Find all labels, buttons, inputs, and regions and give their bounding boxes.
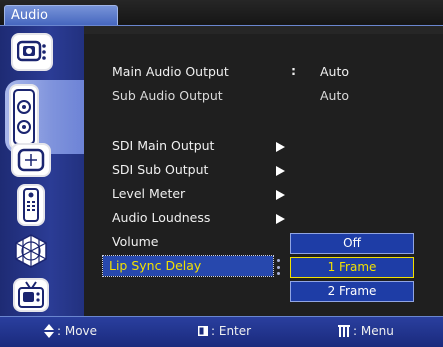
menu-item-value: Auto — [320, 64, 350, 79]
hint-move-label: : Move — [57, 324, 98, 338]
sidebar-item-display[interactable] — [11, 143, 51, 177]
sidebar-item-tv[interactable] — [13, 278, 49, 312]
menu-item-label: Volume — [112, 234, 159, 249]
submenu-arrow-icon — [276, 166, 285, 176]
panel-top-strip — [84, 26, 443, 34]
sidebar-item-video[interactable] — [11, 33, 53, 71]
selection-indicator-dots — [277, 256, 281, 276]
menu-item-label: Main Audio Output — [112, 64, 229, 79]
menu-item-label: Lip Sync Delay — [109, 258, 202, 273]
menu-item-label: SDI Main Output — [112, 138, 215, 153]
submenu-arrow-icon — [276, 214, 285, 224]
menu-item-label: Level Meter — [112, 186, 186, 201]
submenu-arrow-icon — [276, 190, 285, 200]
dropdown-option-1-frame[interactable]: 1 Frame — [290, 257, 414, 278]
menu-item-audio-loudness[interactable]: Audio Loudness — [106, 208, 436, 228]
network-globe-icon — [15, 234, 47, 268]
display-crosshair-icon — [17, 148, 45, 172]
menu-item-main-audio-output[interactable]: Main Audio Output : Auto — [106, 62, 436, 82]
sidebar-item-audio[interactable] — [9, 84, 39, 150]
enter-key-icon — [198, 326, 208, 336]
menu-item-label: Sub Audio Output — [112, 88, 223, 103]
navigation-hint-bar: : Move : Enter : Menu — [0, 316, 443, 347]
menu-item-sdi-sub-output[interactable]: SDI Sub Output — [106, 160, 436, 180]
category-sidebar — [0, 26, 84, 316]
menu-key-icon — [338, 325, 350, 337]
menu-item-lip-sync-delay[interactable]: Lip Sync Delay — [102, 255, 274, 277]
menu-item-level-meter[interactable]: Level Meter — [106, 184, 436, 204]
tv-setup-icon — [18, 281, 44, 308]
menu-item-label: Audio Loudness — [112, 210, 211, 225]
hint-enter-label: : Enter — [211, 324, 252, 338]
video-settings-icon — [17, 40, 46, 62]
up-down-arrows-icon — [44, 324, 54, 338]
menu-item-value: Auto — [320, 88, 350, 103]
hint-menu: : Menu — [338, 324, 394, 338]
submenu-arrow-icon — [276, 142, 285, 152]
sidebar-item-remote[interactable] — [17, 184, 45, 226]
lip-sync-delay-dropdown: Off 1 Frame 2 Frame — [290, 233, 414, 302]
title-bar: Audio — [0, 0, 443, 26]
dropdown-option-off[interactable]: Off — [290, 233, 414, 254]
hint-move: : Move — [44, 324, 97, 338]
hint-menu-label: : Menu — [353, 324, 394, 338]
menu-item-label: SDI Sub Output — [112, 162, 209, 177]
window-title: Audio — [4, 5, 118, 25]
audio-menu-screen: Audio Main Audio Output: Auto Sub Audio… — [0, 0, 443, 347]
sidebar-item-network[interactable] — [11, 232, 51, 270]
menu-item-sdi-main-output[interactable]: SDI Main Output — [106, 136, 436, 156]
hint-enter: : Enter — [198, 324, 251, 338]
remote-control-icon — [23, 188, 39, 222]
dropdown-option-2-frame[interactable]: 2 Frame — [290, 281, 414, 302]
audio-speaker-icon — [13, 89, 35, 145]
menu-item-separator: : — [291, 63, 296, 78]
menu-item-sub-audio-output[interactable]: Sub Audio Output Auto — [106, 86, 436, 106]
